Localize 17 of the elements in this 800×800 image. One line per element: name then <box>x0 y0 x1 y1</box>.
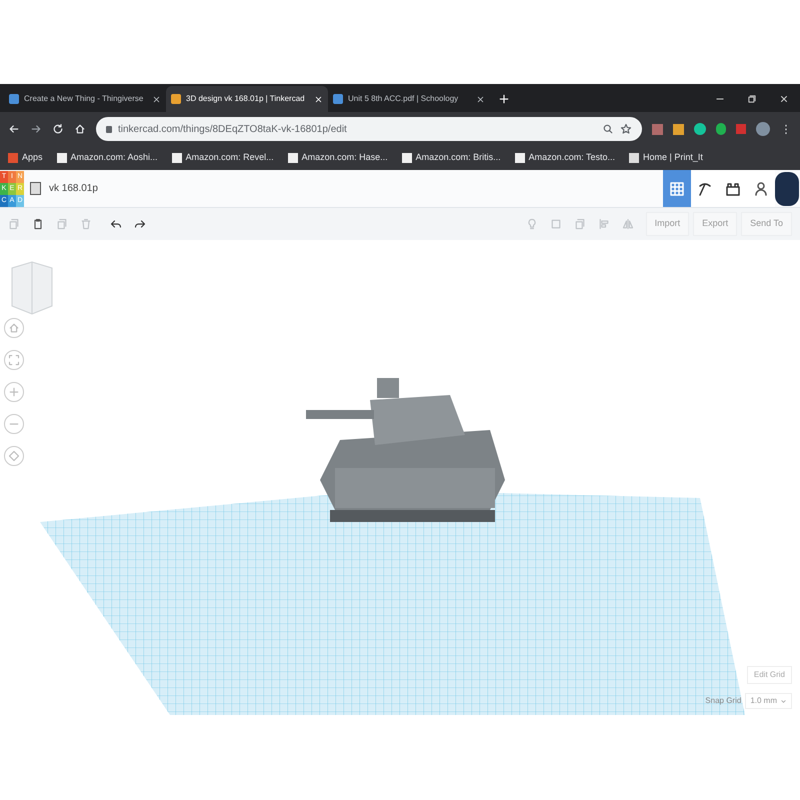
bookmark[interactable]: Amazon.com: Aoshi... <box>56 151 158 165</box>
bookmark[interactable]: Apps <box>8 151 43 165</box>
bookmark[interactable]: Amazon.com: Hase... <box>288 151 388 165</box>
bookmark[interactable]: Amazon.com: Testo... <box>514 151 616 165</box>
bookmark[interactable]: Home | Print_It <box>629 151 703 165</box>
snap-grid-label: Snap Grid <box>705 695 742 707</box>
browser-tab[interactable]: Unit 5 8th ACC.pdf | Schoology <box>328 86 490 112</box>
tab-title: Unit 5 8th ACC.pdf | Schoology <box>348 93 460 105</box>
address-bar[interactable]: tinkercad.com/things/8DEqZTO8taK-vk-16801p/edit <box>96 117 642 141</box>
browser-tab[interactable]: Create a New Thing - Thingiverse <box>4 86 166 112</box>
tab-title: 3D design vk 168.01p | Tinkercad <box>186 93 306 105</box>
url-text: tinkercad.com/things/8DEqZTO8taK-vk-16801p/edit <box>118 122 348 136</box>
bookmark[interactable]: Amazon.com: Revel... <box>172 151 274 165</box>
bookmark[interactable]: Amazon.com: Britis... <box>402 151 501 165</box>
design-title[interactable]: vk 168.01p <box>49 181 663 196</box>
tab-title: Create a New Thing - Thingiverse <box>24 93 144 105</box>
browser-tab[interactable]: 3D design vk 168.01p | Tinkercad <box>166 86 328 112</box>
